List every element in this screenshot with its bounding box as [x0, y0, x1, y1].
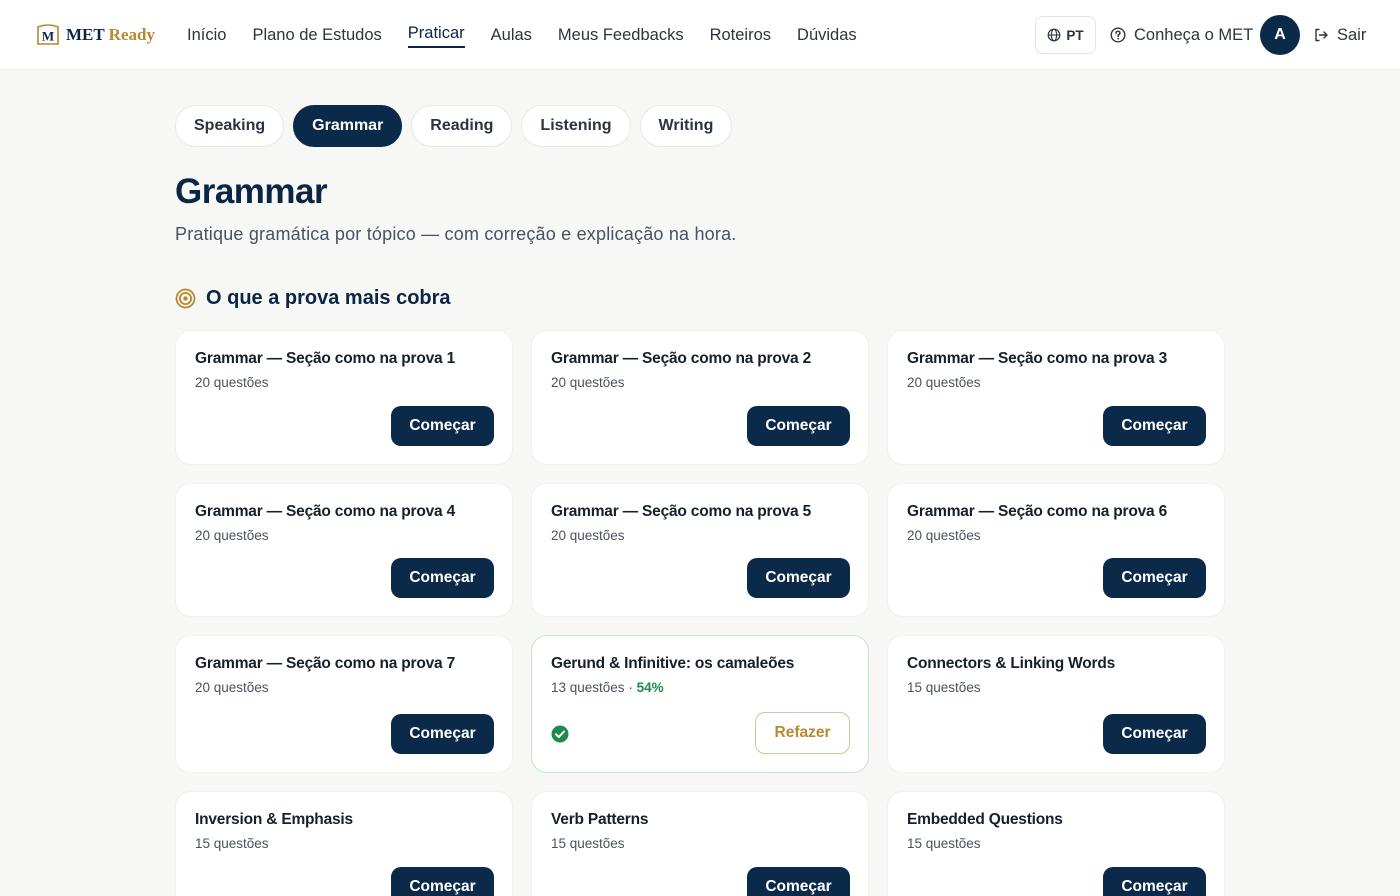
- card-question-count: 15 questões: [551, 836, 625, 851]
- start-button[interactable]: Começar: [391, 406, 494, 446]
- practice-card: Inversion & Emphasis 15 questões Começar: [175, 791, 513, 896]
- met-logo-mark-icon: M: [37, 24, 59, 45]
- card-question-count: 13 questões · 54%: [551, 680, 664, 695]
- start-button[interactable]: Começar: [1103, 558, 1206, 598]
- about-met-label: Conheça o MET: [1134, 25, 1254, 44]
- practice-card: Grammar — Seção como na prova 4 20 quest…: [175, 483, 513, 617]
- card-title: Grammar — Seção como na prova 6: [907, 503, 1167, 520]
- card-title: Gerund & Infinitive: os camaleões: [551, 655, 795, 672]
- skill-tabs: Speaking Grammar Reading Listening Writi…: [175, 105, 733, 147]
- start-button[interactable]: Começar: [1103, 714, 1206, 754]
- about-met-link[interactable]: Conheça o MET: [1110, 24, 1253, 46]
- logout-icon: [1315, 28, 1328, 42]
- tab-listening[interactable]: Listening: [521, 105, 631, 147]
- start-button[interactable]: Começar: [391, 714, 494, 754]
- start-button[interactable]: Começar: [747, 867, 850, 896]
- card-question-count: 20 questões: [195, 375, 269, 390]
- score-separator: ·: [628, 680, 633, 695]
- tab-grammar[interactable]: Grammar: [293, 105, 403, 147]
- brand-logo[interactable]: M MET Ready: [36, 22, 155, 48]
- card-question-count: 15 questões: [907, 836, 981, 851]
- check-circle-icon: [551, 725, 569, 743]
- language-button[interactable]: PT: [1035, 16, 1096, 54]
- card-title: Verb Patterns: [551, 811, 649, 828]
- top-navigation-bar: M MET Ready Início Plano de Estudos Prat…: [0, 0, 1400, 70]
- tab-writing[interactable]: Writing: [639, 105, 733, 147]
- card-question-count: 20 questões: [195, 680, 269, 695]
- card-question-count: 20 questões: [907, 528, 981, 543]
- svg-text:M: M: [42, 29, 54, 44]
- start-button[interactable]: Começar: [747, 406, 850, 446]
- card-question-count: 15 questões: [907, 680, 981, 695]
- card-question-count: 20 questões: [907, 375, 981, 390]
- globe-icon: [1047, 28, 1061, 42]
- language-label: PT: [1066, 27, 1084, 43]
- card-title: Grammar — Seção como na prova 3: [907, 350, 1167, 367]
- start-button[interactable]: Começar: [391, 867, 494, 896]
- nav-item-duvidas[interactable]: Dúvidas: [797, 25, 857, 45]
- nav-item-meus-feedbacks[interactable]: Meus Feedbacks: [558, 25, 684, 45]
- practice-card: Grammar — Seção como na prova 7 20 quest…: [175, 635, 513, 773]
- nav-item-inicio[interactable]: Início: [187, 25, 226, 45]
- page-subtitle: Pratique gramática por tópico — com corr…: [175, 224, 737, 244]
- main-nav: Início Plano de Estudos Praticar Aulas M…: [187, 0, 857, 70]
- card-title: Grammar — Seção como na prova 4: [195, 503, 455, 520]
- nav-item-praticar[interactable]: Praticar: [407, 23, 465, 48]
- brand-name-prefix: MET: [66, 25, 105, 44]
- practice-card-grid: Grammar — Seção como na prova 1 20 quest…: [175, 330, 1225, 896]
- practice-card: Grammar — Seção como na prova 5 20 quest…: [531, 483, 869, 617]
- nav-item-plano-de-estudos[interactable]: Plano de Estudos: [252, 25, 381, 45]
- tab-speaking[interactable]: Speaking: [175, 105, 285, 147]
- user-avatar[interactable]: A: [1260, 15, 1300, 55]
- start-button[interactable]: Começar: [1103, 406, 1206, 446]
- practice-card: Grammar — Seção como na prova 2 20 quest…: [531, 330, 869, 465]
- section-title: O que a prova mais cobra: [206, 286, 451, 309]
- start-button[interactable]: Começar: [391, 558, 494, 598]
- question-count: 13 questões: [551, 680, 625, 695]
- practice-card: Verb Patterns 15 questões Começar: [531, 791, 869, 896]
- card-title: Inversion & Emphasis: [195, 811, 353, 828]
- score-percent: 54%: [636, 680, 664, 695]
- card-title: Grammar — Seção como na prova 7: [195, 655, 455, 672]
- target-icon: [175, 288, 196, 308]
- card-title: Grammar — Seção como na prova 2: [551, 350, 811, 367]
- brand-name: MET Ready: [66, 25, 155, 45]
- card-question-count: 15 questões: [195, 836, 269, 851]
- section-header: O que a prova mais cobra: [175, 286, 451, 310]
- card-question-count: 20 questões: [551, 528, 625, 543]
- brand-name-suffix: Ready: [108, 25, 155, 44]
- card-question-count: 20 questões: [551, 375, 625, 390]
- practice-card: Grammar — Seção como na prova 3 20 quest…: [887, 330, 1225, 465]
- page-title: Grammar: [175, 172, 328, 211]
- logout-button[interactable]: Sair: [1313, 24, 1366, 46]
- start-button[interactable]: Começar: [1103, 867, 1206, 896]
- tab-reading[interactable]: Reading: [411, 105, 513, 147]
- card-title: Grammar — Seção como na prova 1: [195, 350, 455, 367]
- card-title: Grammar — Seção como na prova 5: [551, 503, 811, 520]
- card-question-count: 20 questões: [195, 528, 269, 543]
- start-button[interactable]: Começar: [747, 558, 850, 598]
- help-circle-icon: [1110, 27, 1126, 43]
- nav-item-roteiros[interactable]: Roteiros: [710, 25, 771, 45]
- redo-button[interactable]: Refazer: [755, 712, 850, 754]
- practice-card: Embedded Questions 15 questões Começar: [887, 791, 1225, 896]
- logout-label: Sair: [1337, 25, 1367, 44]
- practice-card-completed: Gerund & Infinitive: os camaleões 13 que…: [531, 635, 869, 773]
- nav-item-aulas[interactable]: Aulas: [491, 25, 532, 45]
- practice-card: Connectors & Linking Words 15 questões C…: [887, 635, 1225, 773]
- card-title: Connectors & Linking Words: [907, 655, 1116, 672]
- card-title: Embedded Questions: [907, 811, 1063, 828]
- practice-card: Grammar — Seção como na prova 6 20 quest…: [887, 483, 1225, 617]
- practice-card: Grammar — Seção como na prova 1 20 quest…: [175, 330, 513, 465]
